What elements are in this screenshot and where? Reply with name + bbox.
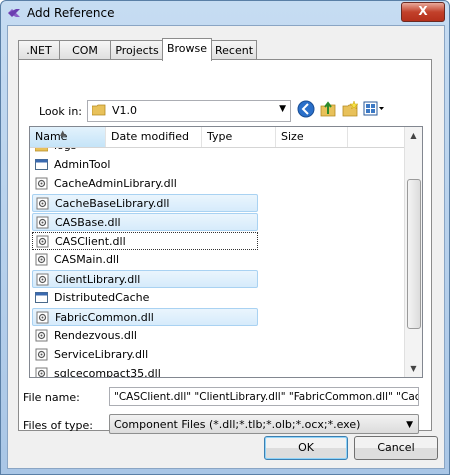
file-name: sqlcecompact35.dll	[54, 367, 161, 377]
visual-studio-icon	[8, 9, 20, 17]
files-of-type-select[interactable]: Component Files (*.dll;*.tlb;*.olb;*.ocx…	[109, 414, 419, 434]
vertical-scrollbar[interactable]: ▲ ▼	[404, 127, 422, 377]
column-type[interactable]: Type	[202, 127, 276, 147]
title-bar[interactable]: Add Reference X	[1, 1, 449, 25]
file-name-input[interactable]: "CASClient.dll" "ClientLibrary.dll" "Fab…	[109, 387, 419, 406]
column-header: ▲ Name Date modified Type Size	[30, 127, 404, 148]
file-row[interactable]: Rendezvous.dll	[32, 327, 143, 345]
dll-icon	[35, 329, 48, 342]
folder-icon	[92, 104, 106, 116]
ok-button[interactable]: OK	[264, 436, 348, 460]
cancel-button[interactable]: Cancel	[354, 436, 438, 460]
dll-icon	[35, 348, 48, 361]
scroll-thumb[interactable]	[407, 179, 421, 329]
file-row[interactable]: logs	[32, 148, 83, 155]
file-name: ClientLibrary.dll	[55, 273, 141, 286]
dll-icon	[36, 216, 49, 229]
file-row[interactable]: CacheAdminLibrary.dll	[32, 175, 183, 193]
exe-icon	[35, 159, 48, 170]
exe-icon	[35, 292, 48, 303]
look-in-value: V1.0	[112, 104, 138, 117]
column-size[interactable]: Size	[276, 127, 348, 147]
scroll-up-icon[interactable]: ▲	[405, 127, 422, 144]
dll-icon	[35, 177, 48, 190]
dll-icon	[36, 235, 49, 248]
look-in-label: Look in:	[39, 105, 82, 118]
chevron-down-icon[interactable]: ▼	[279, 104, 286, 114]
folder-icon	[35, 148, 48, 152]
dialog-client-area: .NET COM Projects Browse Recent Look in:…	[7, 25, 445, 469]
tab-recent[interactable]: Recent	[211, 40, 257, 60]
scroll-down-icon[interactable]: ▼	[405, 360, 422, 377]
dll-icon	[35, 367, 48, 377]
dll-icon	[36, 273, 49, 286]
sort-ascending-icon: ▲	[60, 129, 66, 137]
file-name: logs	[54, 148, 77, 152]
file-name: CASClient.dll	[55, 235, 126, 248]
file-name: CASMain.dll	[54, 253, 120, 266]
file-name: CacheAdminLibrary.dll	[54, 177, 177, 190]
file-row[interactable]: CASMain.dll	[32, 251, 125, 269]
back-icon[interactable]	[297, 100, 315, 118]
tab-com[interactable]: COM	[59, 40, 111, 60]
file-list-view[interactable]: ▲ Name Date modified Type Size logs Admin…	[29, 126, 423, 378]
dll-icon	[35, 253, 48, 266]
file-row[interactable]: AdminTool	[32, 156, 116, 174]
file-row[interactable]: CASClient.dll	[32, 232, 258, 250]
file-name: FabricCommon.dll	[55, 311, 154, 324]
look-in-combo[interactable]: V1.0 ▼	[87, 100, 291, 122]
browse-panel: Look in: V1.0 ▼ ▲ Name Date modified Typ…	[18, 59, 432, 434]
file-name: ServiceLibrary.dll	[54, 348, 149, 361]
tab-net[interactable]: .NET	[18, 40, 60, 60]
dll-icon	[36, 311, 49, 324]
files-of-type-value: Component Files (*.dll;*.tlb;*.olb;*.ocx…	[114, 418, 361, 431]
file-row[interactable]: sqlcecompact35.dll	[32, 365, 167, 377]
file-row[interactable]: ClientLibrary.dll	[32, 270, 258, 288]
file-name: CASBase.dll	[55, 216, 121, 229]
column-name[interactable]: ▲ Name	[30, 127, 106, 147]
file-name-label: File name:	[23, 391, 80, 404]
file-name: AdminTool	[54, 158, 111, 171]
add-reference-dialog: Add Reference X .NET COM Projects Browse…	[0, 0, 450, 475]
dll-icon	[36, 197, 49, 210]
file-row[interactable]: DistributedCache	[32, 289, 155, 307]
file-row[interactable]: CacheBaseLibrary.dll	[32, 194, 258, 212]
up-folder-icon[interactable]	[319, 100, 337, 118]
file-row[interactable]: ServiceLibrary.dll	[32, 346, 154, 364]
new-folder-icon[interactable]	[341, 100, 359, 118]
file-name: DistributedCache	[54, 291, 150, 304]
window-title: Add Reference	[27, 6, 115, 20]
file-rows: logs AdminTool CacheAdminLibrary.dll CacheB…	[30, 148, 404, 377]
file-name: CacheBaseLibrary.dll	[55, 197, 170, 210]
tab-browse[interactable]: Browse	[162, 38, 212, 61]
file-row[interactable]: FabricCommon.dll	[32, 308, 258, 326]
views-menu-icon[interactable]	[363, 100, 385, 118]
file-row[interactable]: CASBase.dll	[32, 213, 258, 231]
tab-projects[interactable]: Projects	[110, 40, 164, 60]
files-of-type-label: Files of type:	[23, 419, 94, 432]
close-button[interactable]: X	[401, 2, 445, 22]
column-date-modified[interactable]: Date modified	[106, 127, 202, 147]
chevron-down-icon: ▼	[406, 420, 413, 430]
file-name: Rendezvous.dll	[54, 329, 137, 342]
